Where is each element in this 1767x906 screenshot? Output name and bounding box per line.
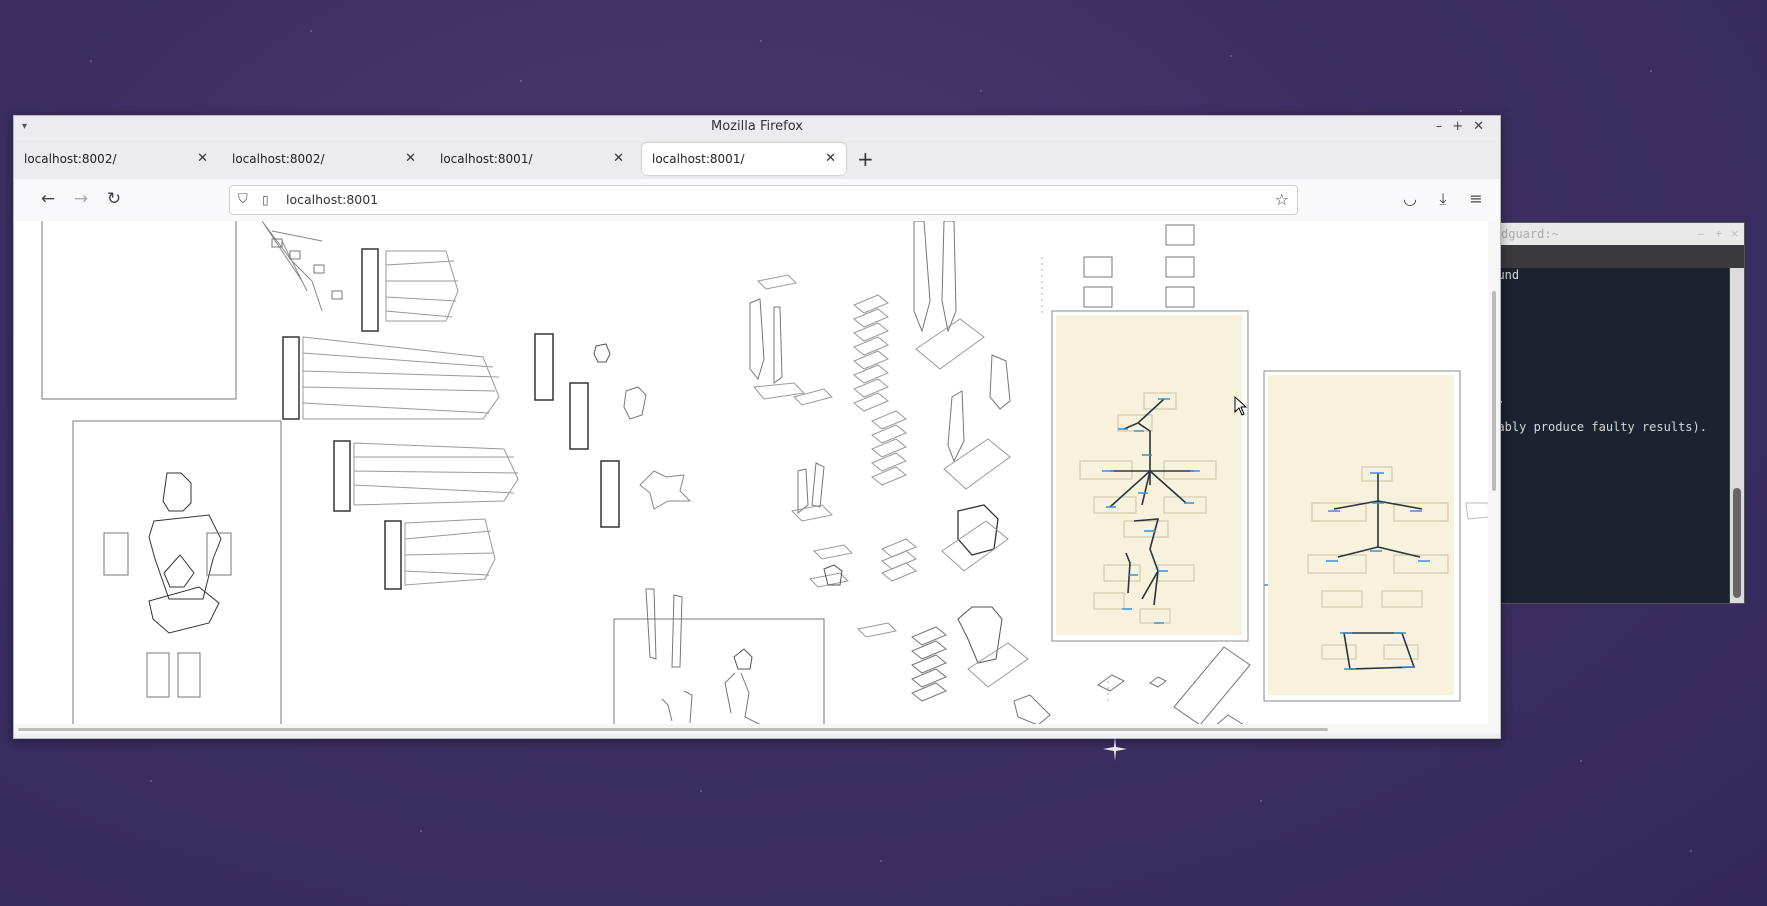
reload-icon[interactable]: ↻ bbox=[102, 187, 126, 211]
mouse-cursor-icon bbox=[1234, 396, 1248, 416]
horizontal-scrollbar[interactable] bbox=[14, 724, 1500, 734]
sketch-canvas[interactable] bbox=[14, 221, 1491, 734]
sketch-panel bbox=[41, 221, 237, 400]
page-icon[interactable]: ▯ bbox=[262, 186, 269, 214]
window-title: Mozilla Firefox bbox=[711, 119, 803, 134]
tab-label: localhost:8001/ bbox=[652, 152, 745, 166]
pocket-icon[interactable]: ◡ bbox=[1398, 187, 1422, 211]
sparkle-icon bbox=[1103, 737, 1127, 761]
url-text[interactable]: localhost:8001 bbox=[286, 186, 378, 214]
back-icon[interactable]: ← bbox=[36, 187, 60, 211]
tab-close-icon[interactable]: ✕ bbox=[825, 143, 836, 175]
forward-icon[interactable]: → bbox=[69, 187, 93, 211]
skeleton-panel-1 bbox=[1051, 310, 1290, 642]
page-canvas[interactable] bbox=[14, 221, 1500, 734]
download-icon[interactable]: ⤓ bbox=[1431, 187, 1455, 211]
tab-label: localhost:8002/ bbox=[232, 152, 325, 166]
terminal-window[interactable]: dguard:~ – + ✕ sound me. obably produce … bbox=[1480, 222, 1745, 604]
tab[interactable]: localhost:8001/ ✕ bbox=[430, 143, 634, 175]
terminal-title-text: dguard:~ bbox=[1501, 227, 1559, 241]
window-menu-icon[interactable]: ▾ bbox=[22, 116, 27, 138]
tab-close-icon[interactable]: ✕ bbox=[405, 143, 416, 175]
skeleton-panel-2 bbox=[1263, 370, 1461, 702]
tab-bar: localhost:8002/ ✕ localhost:8002/ ✕ loca… bbox=[14, 139, 1500, 179]
terminal-title: dguard:~ – + ✕ bbox=[1481, 223, 1744, 245]
shield-icon[interactable]: ⛉ bbox=[238, 186, 248, 214]
minimize-icon[interactable]: – bbox=[1697, 223, 1704, 245]
tab-close-icon[interactable]: ✕ bbox=[613, 143, 624, 175]
terminal-output[interactable]: sound me. obably produce faulty results)… bbox=[1481, 268, 1729, 603]
tab-active[interactable]: localhost:8001/ ✕ bbox=[642, 143, 846, 175]
vertical-scrollbar[interactable] bbox=[1488, 221, 1500, 734]
terminal-scrollbar[interactable] bbox=[1730, 268, 1744, 603]
menu-icon[interactable]: ≡ bbox=[1464, 187, 1488, 211]
close-icon[interactable]: ✕ bbox=[1731, 223, 1738, 245]
maximize-icon[interactable]: + bbox=[1452, 119, 1473, 134]
tab[interactable]: localhost:8002/ ✕ bbox=[14, 143, 218, 175]
tab[interactable]: localhost:8002/ ✕ bbox=[222, 143, 426, 175]
tab-close-icon[interactable]: ✕ bbox=[197, 143, 208, 175]
title-bar: ▾ Mozilla Firefox –+✕ bbox=[14, 116, 1500, 138]
minimize-icon[interactable]: – bbox=[1436, 119, 1453, 134]
bookmark-star-icon[interactable]: ☆ bbox=[1275, 186, 1289, 214]
new-tab-button[interactable]: + bbox=[857, 147, 874, 171]
terminal-line: obably produce faulty results). bbox=[1483, 420, 1707, 434]
maximize-icon[interactable]: + bbox=[1715, 223, 1722, 245]
navigation-bar: ← → ↻ ⛉ ▯ localhost:8001 ☆ ◡ ⤓ ≡ bbox=[14, 179, 1500, 222]
close-icon[interactable]: ✕ bbox=[1473, 119, 1494, 134]
browser-window[interactable]: ▾ Mozilla Firefox –+✕ localhost:8002/ ✕ … bbox=[13, 115, 1501, 739]
tab-label: localhost:8001/ bbox=[440, 152, 533, 166]
tab-label: localhost:8002/ bbox=[24, 152, 117, 166]
url-bar[interactable]: ⛉ ▯ localhost:8001 ☆ bbox=[229, 185, 1298, 215]
